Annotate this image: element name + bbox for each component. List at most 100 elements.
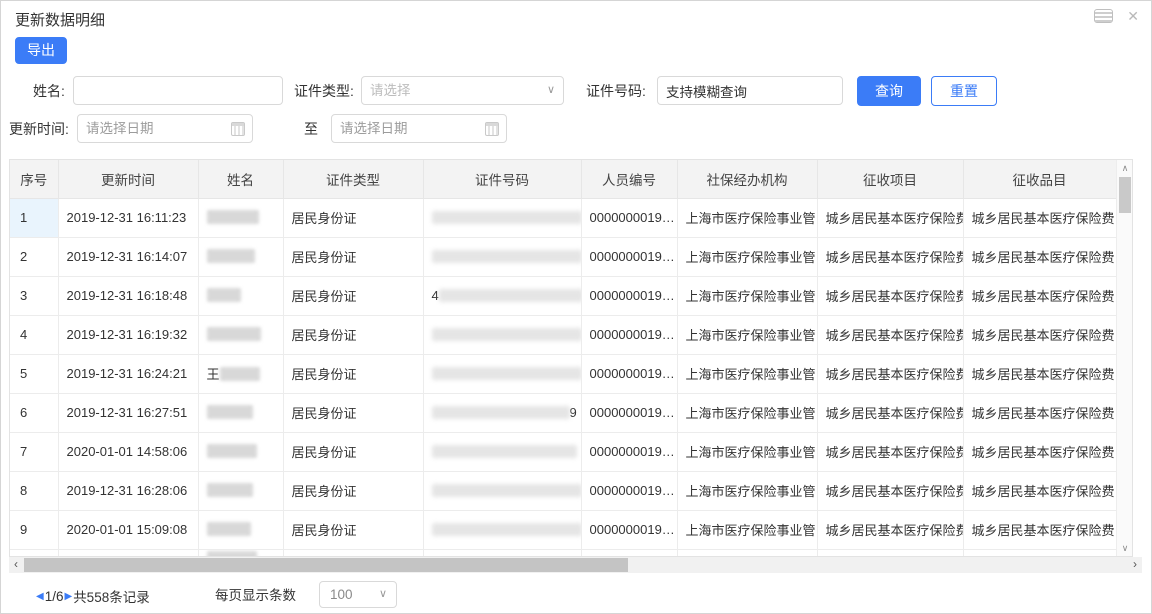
- cell-project[interactable]: 城乡居民基本医疗保险费: [817, 510, 963, 549]
- cell-seq[interactable]: 8: [10, 471, 58, 510]
- cell-id-type[interactable]: 居民身份证: [283, 276, 423, 315]
- cell-agency[interactable]: 上海市医疗保险事业管…: [677, 315, 817, 354]
- cell-person-no[interactable]: 0000000019…: [581, 198, 677, 237]
- print-icon[interactable]: [1094, 9, 1113, 23]
- cell-agency[interactable]: 上海市医疗保险事业管…: [677, 237, 817, 276]
- table-row[interactable]: 72020-01-01 14:58:06 居民身份证 0000000019…上海市医…: [10, 432, 1116, 471]
- cell-project[interactable]: 城乡居民基本医疗保险费: [817, 354, 963, 393]
- scroll-up-icon[interactable]: ∧: [1117, 160, 1133, 176]
- cell-id-number[interactable]: [423, 549, 581, 557]
- cell-item[interactable]: 城乡居民基本医疗保险费: [963, 471, 1116, 510]
- cell-seq[interactable]: 2: [10, 237, 58, 276]
- cell-item[interactable]: 城乡居民基本医疗保险费: [963, 276, 1116, 315]
- horizontal-scrollbar[interactable]: ‹ ›: [9, 557, 1142, 573]
- page-size-select[interactable]: 100 ∨: [319, 581, 397, 608]
- cell-name[interactable]: [198, 393, 283, 432]
- prev-page-icon[interactable]: ◀: [35, 591, 45, 602]
- close-icon[interactable]: ✕: [1127, 9, 1139, 23]
- table-row[interactable]: 62019-12-31 16:27:51居民身份证90000000019…上海市…: [10, 393, 1116, 432]
- query-button[interactable]: 查询: [857, 76, 921, 106]
- cell-agency[interactable]: 上海市医疗保险事业管…: [677, 432, 817, 471]
- cell-id-number[interactable]: 9: [423, 393, 581, 432]
- cell-project[interactable]: 城乡居民基本医疗保险费: [817, 198, 963, 237]
- calendar-icon[interactable]: [485, 122, 499, 136]
- cell-name[interactable]: [198, 549, 283, 557]
- table-row[interactable]: 92020-01-01 15:09:08居民身份证0000000019…上海市医…: [10, 510, 1116, 549]
- cell-id-type[interactable]: 居民身份证: [283, 354, 423, 393]
- table-row[interactable]: 42019-12-31 16:19:32居民身份证0000000019…上海市医…: [10, 315, 1116, 354]
- cell-id-number[interactable]: [423, 354, 581, 393]
- cell-item[interactable]: 城乡居民基本医疗保险费: [963, 354, 1116, 393]
- date-to-input[interactable]: 请选择日期: [331, 114, 507, 143]
- cell-id-type[interactable]: 居民身份证: [283, 198, 423, 237]
- next-page-icon[interactable]: ▶: [63, 591, 73, 602]
- cell-id-number[interactable]: [423, 510, 581, 549]
- table-row[interactable]: 82019-12-31 16:28:06居民身份证0000000019…上海市医…: [10, 471, 1116, 510]
- cell-name[interactable]: [198, 510, 283, 549]
- cell-seq[interactable]: 5: [10, 354, 58, 393]
- cell-id-type[interactable]: 居民身份证: [283, 237, 423, 276]
- cell-update-time[interactable]: 2019-12-31 16:14:07: [58, 237, 198, 276]
- cell-item[interactable]: 城乡居民基本医疗保险费: [963, 237, 1116, 276]
- cell-item[interactable]: [963, 549, 1116, 557]
- cell-id-type[interactable]: 居民身份证: [283, 471, 423, 510]
- export-button[interactable]: 导出: [15, 37, 67, 64]
- reset-button[interactable]: 重置: [931, 76, 997, 106]
- name-input[interactable]: [73, 76, 283, 105]
- vertical-scrollbar-thumb[interactable]: [1119, 177, 1131, 213]
- scroll-right-icon[interactable]: ›: [1128, 557, 1142, 573]
- cell-person-no[interactable]: 0000000019…: [581, 354, 677, 393]
- cell-seq[interactable]: 1: [10, 198, 58, 237]
- cell-item[interactable]: 城乡居民基本医疗保险费: [963, 510, 1116, 549]
- table-row[interactable]: 32019-12-31 16:18:48居民身份证40000000019…上海市…: [10, 276, 1116, 315]
- table-row[interactable]: 22019-12-31 16:14:07 居民身份证 0000000019…上海市医…: [10, 237, 1116, 276]
- id-number-input[interactable]: [657, 76, 843, 105]
- calendar-icon[interactable]: [231, 122, 245, 136]
- cell-agency[interactable]: 上海市医疗保险事业管…: [677, 393, 817, 432]
- cell-seq[interactable]: [10, 549, 58, 557]
- cell-name[interactable]: [198, 198, 283, 237]
- cell-project[interactable]: 城乡居民基本医疗保险费: [817, 432, 963, 471]
- cell-id-type[interactable]: 居民身份证: [283, 393, 423, 432]
- cell-project[interactable]: 城乡居民基本医疗保险费: [817, 276, 963, 315]
- cell-seq[interactable]: 6: [10, 393, 58, 432]
- cell-name[interactable]: [198, 471, 283, 510]
- cell-agency[interactable]: 上海市医疗保险事业管…: [677, 510, 817, 549]
- cell-person-no[interactable]: 0000000019…: [581, 393, 677, 432]
- cell-id-number[interactable]: [423, 237, 581, 276]
- cell-seq[interactable]: 4: [10, 315, 58, 354]
- cell-person-no[interactable]: 0000000019…: [581, 471, 677, 510]
- cell-update-time[interactable]: 2020-01-01 15:09:08: [58, 510, 198, 549]
- cell-id-type[interactable]: 居民身份证: [283, 315, 423, 354]
- cell-update-time[interactable]: 2019-12-31 16:24:21: [58, 354, 198, 393]
- cell-agency[interactable]: 上海市医疗保险事业管…: [677, 354, 817, 393]
- table-row[interactable]: 12019-12-31 16:11:23居民身份证0000000019…上海市医…: [10, 198, 1116, 237]
- cell-name[interactable]: [198, 432, 283, 471]
- cell-item[interactable]: 城乡居民基本医疗保险费: [963, 315, 1116, 354]
- cell-seq[interactable]: 9: [10, 510, 58, 549]
- cell-name[interactable]: 王: [198, 354, 283, 393]
- cell-item[interactable]: 城乡居民基本医疗保险费: [963, 393, 1116, 432]
- cell-id-type[interactable]: [283, 549, 423, 557]
- cell-id-type[interactable]: 居民身份证: [283, 432, 423, 471]
- cell-project[interactable]: 城乡居民基本医疗保险费: [817, 237, 963, 276]
- scroll-down-icon[interactable]: ∨: [1117, 540, 1133, 556]
- cell-person-no[interactable]: 0000000019…: [581, 276, 677, 315]
- cell-seq[interactable]: 7: [10, 432, 58, 471]
- cell-update-time[interactable]: 2019-12-31 16:18:48: [58, 276, 198, 315]
- cell-person-no[interactable]: 0000000019…: [581, 237, 677, 276]
- cell-update-time[interactable]: 2020-01-01 14:58:06: [58, 432, 198, 471]
- cell-person-no[interactable]: 0000000019…: [581, 432, 677, 471]
- cell-id-number[interactable]: [423, 432, 581, 471]
- cell-id-number[interactable]: [423, 471, 581, 510]
- cell-project[interactable]: 城乡居民基本医疗保险费: [817, 315, 963, 354]
- cell-update-time[interactable]: [58, 549, 198, 557]
- cell-person-no[interactable]: 0000000019…: [581, 315, 677, 354]
- scroll-left-icon[interactable]: ‹: [9, 557, 23, 573]
- cell-id-number[interactable]: [423, 198, 581, 237]
- cell-item[interactable]: 城乡居民基本医疗保险费: [963, 432, 1116, 471]
- cell-name[interactable]: [198, 237, 283, 276]
- table-row[interactable]: 52019-12-31 16:24:21王居民身份证 0000000019…上海市…: [10, 354, 1116, 393]
- vertical-scrollbar[interactable]: ∧ ∨: [1116, 160, 1132, 556]
- cell-agency[interactable]: 上海市医疗保险事业管…: [677, 198, 817, 237]
